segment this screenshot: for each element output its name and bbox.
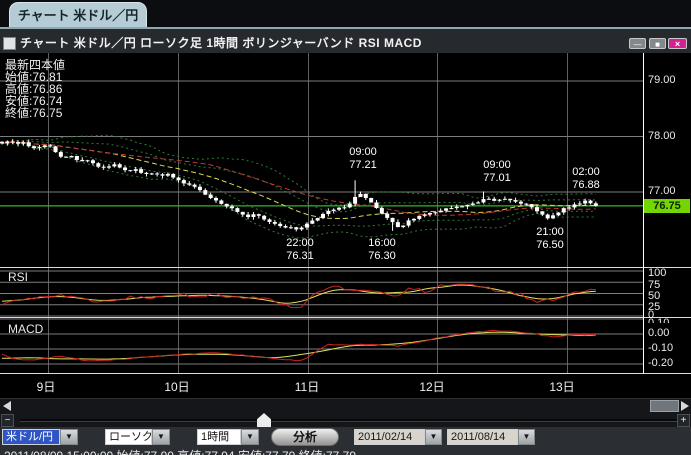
- date-axis-label: 10日: [147, 378, 207, 395]
- latest-ohlc-box: 最新四本値 始値:76.81 高値:76.86 安値:76.74 終値:76.7…: [5, 59, 65, 119]
- date-from-arrow-icon[interactable]: ▼: [425, 429, 442, 445]
- rsi-tick-label: 100: [648, 267, 666, 279]
- macd-panel-label: MACD: [8, 322, 43, 336]
- window-icon: [3, 37, 16, 50]
- current-price-badge: 76.75: [644, 199, 690, 213]
- status-line: 2011/08/09 15:00:00 始値:77.90 高値:77.94 安値…: [4, 447, 356, 455]
- date-to-arrow-icon[interactable]: ▼: [518, 429, 535, 445]
- date-axis-label: 13日: [532, 378, 592, 395]
- close-button[interactable]: ×: [668, 38, 687, 49]
- analysis-button[interactable]: 分析: [271, 428, 339, 446]
- price-annotation: 16:0076.30: [368, 237, 396, 263]
- window-title: チャート 米ドル／円 ローソク足 1時間 ボリンジャーバンド RSI MACD: [20, 34, 422, 51]
- timeframe-select[interactable]: 1時間: [197, 429, 241, 445]
- price-annotation: 02:0076.88: [572, 166, 600, 192]
- price-tick-label: 79.00: [648, 74, 676, 86]
- price-annotation: 22:0076.31: [286, 237, 314, 263]
- scrollbar-thumb[interactable]: [650, 400, 679, 412]
- macd-tick-label: 0.10: [648, 317, 669, 323]
- macd-tick-label: -0.20: [648, 357, 673, 369]
- zoom-slider-track[interactable]: [20, 419, 684, 422]
- date-from-select[interactable]: 2011/02/14: [354, 429, 425, 445]
- zoom-out-button[interactable]: −: [1, 414, 14, 427]
- price-tick-label: 77.00: [648, 185, 676, 197]
- macd-tick-label: 0.00: [648, 327, 669, 339]
- date-to-select[interactable]: 2011/08/14: [447, 429, 518, 445]
- zoom-in-button[interactable]: +: [677, 414, 690, 427]
- chart-type-arrow-icon[interactable]: ▼: [152, 429, 170, 445]
- pair-select-arrow-icon[interactable]: ▼: [60, 429, 78, 445]
- scroll-left-arrow-icon[interactable]: [3, 401, 11, 411]
- macd-tick-label: -0.10: [648, 342, 673, 354]
- minimize-button[interactable]: —: [629, 38, 646, 49]
- price-annotation: 09:0077.21: [349, 146, 377, 172]
- chart-scrollbar[interactable]: [0, 398, 691, 413]
- scroll-right-arrow-icon[interactable]: [681, 401, 689, 411]
- price-tick-label: 78.00: [648, 130, 676, 142]
- date-axis-label: 11日: [277, 378, 337, 395]
- control-bar: 米ドル/円 ▼ ローソク足 ▼ 1時間 ▼ 分析 2011/02/14 ▼ 20…: [0, 427, 691, 448]
- price-annotation: 09:0077.01: [483, 159, 511, 185]
- date-axis-label: 9日: [16, 378, 76, 395]
- ohlc-close: 終値:76.75: [5, 107, 65, 119]
- price-chart: [0, 53, 691, 374]
- date-axis: 9日 10日 11日 12日 13日: [0, 374, 691, 398]
- status-line-container: 2011/08/09 15:00:00 始値:77.90 高値:77.94 安値…: [0, 447, 691, 455]
- timeframe-arrow-icon[interactable]: ▼: [241, 429, 259, 445]
- maximize-button[interactable]: ■: [649, 38, 666, 49]
- chart-type-select[interactable]: ローソク足: [105, 429, 152, 445]
- pair-select[interactable]: 米ドル/円: [2, 429, 60, 445]
- tab-chart-usdjpy[interactable]: チャート 米ドル／円: [9, 2, 147, 28]
- price-annotation: 21:0076.50: [536, 226, 564, 252]
- date-axis-label: 12日: [402, 378, 462, 395]
- rsi-panel-label: RSI: [8, 270, 28, 284]
